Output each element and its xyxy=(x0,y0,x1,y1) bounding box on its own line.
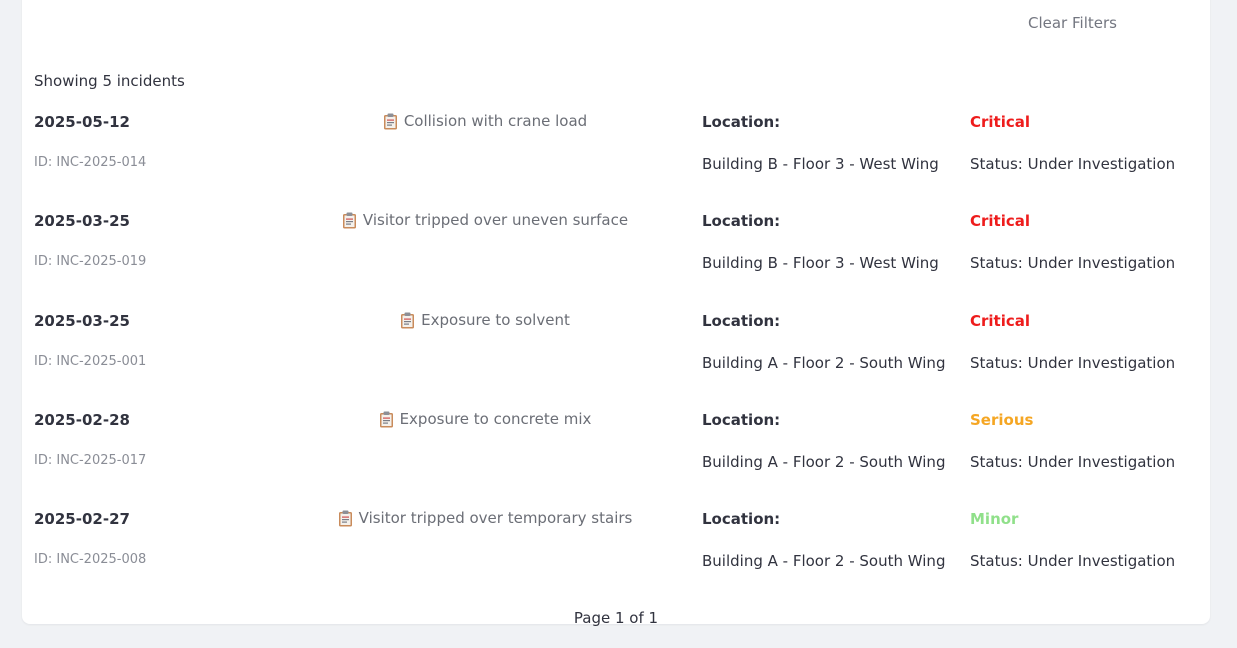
incident-title-cell: Exposure to concrete mix xyxy=(290,410,680,432)
severity-badge: Critical xyxy=(970,312,1031,330)
location-label: Location: xyxy=(702,212,781,230)
severity-badge: Minor xyxy=(970,510,1019,528)
incident-date: 2025-05-12 xyxy=(34,113,130,131)
incident-title: Exposure to solvent xyxy=(421,311,570,329)
clipboard-icon xyxy=(401,312,415,328)
location-label: Location: xyxy=(702,411,781,429)
severity-badge: Serious xyxy=(970,411,1034,429)
clipboard-icon xyxy=(379,411,393,427)
incident-count-text: Showing 5 incidents xyxy=(34,72,185,90)
incident-id: ID: INC-2025-001 xyxy=(34,354,147,369)
incident-location: Building A - Floor 2 - South Wing xyxy=(702,354,946,372)
incident-location: Building A - Floor 2 - South Wing xyxy=(702,453,946,471)
clipboard-icon xyxy=(383,113,397,129)
incident-title-link[interactable]: Collision with crane load xyxy=(383,112,587,130)
incident-id: ID: INC-2025-019 xyxy=(34,254,147,269)
incident-title-cell: Visitor tripped over uneven surface xyxy=(290,211,680,233)
incident-id: ID: INC-2025-017 xyxy=(34,453,147,468)
incident-location: Building B - Floor 3 - West Wing xyxy=(702,155,939,173)
incident-row: 2025-05-12 ID: INC-2025-014 Collision wi… xyxy=(0,112,1237,211)
incident-title-link[interactable]: Visitor tripped over uneven surface xyxy=(342,211,628,229)
incident-row: 2025-03-25 ID: INC-2025-019 Visitor trip… xyxy=(0,211,1237,310)
incident-date: 2025-02-27 xyxy=(34,510,130,528)
incident-title-link[interactable]: Exposure to concrete mix xyxy=(379,410,592,428)
incident-date: 2025-02-28 xyxy=(34,411,130,429)
clipboard-icon xyxy=(342,212,356,228)
incident-id: ID: INC-2025-008 xyxy=(34,552,147,567)
location-label: Location: xyxy=(702,510,781,528)
clipboard-icon xyxy=(338,510,352,526)
incident-title-link[interactable]: Visitor tripped over temporary stairs xyxy=(338,509,633,527)
incident-location: Building A - Floor 2 - South Wing xyxy=(702,552,946,570)
location-label: Location: xyxy=(702,113,781,131)
incident-date: 2025-03-25 xyxy=(34,212,130,230)
clear-filters-button[interactable]: Clear Filters xyxy=(1028,14,1117,32)
incident-title-cell: Exposure to solvent xyxy=(290,311,680,333)
incident-title: Visitor tripped over uneven surface xyxy=(362,211,629,229)
incident-id: ID: INC-2025-014 xyxy=(34,155,147,170)
incident-status: Status: Under Investigation xyxy=(970,453,1176,471)
severity-badge: Critical xyxy=(970,212,1031,230)
incident-row: 2025-03-25 ID: INC-2025-001 Exposure to … xyxy=(0,311,1237,410)
incident-location: Building B - Floor 3 - West Wing xyxy=(702,254,939,272)
incident-title-cell: Collision with crane load xyxy=(290,112,680,134)
incident-row: 2025-02-28 ID: INC-2025-017 Exposure to … xyxy=(0,410,1237,509)
incident-date: 2025-03-25 xyxy=(34,312,130,330)
incident-status: Status: Under Investigation xyxy=(970,552,1176,570)
incident-status: Status: Under Investigation xyxy=(970,155,1176,173)
incident-title: Collision with crane load xyxy=(403,112,588,130)
incident-status: Status: Under Investigation xyxy=(970,354,1176,372)
incident-title-cell: Visitor tripped over temporary stairs xyxy=(290,509,680,531)
incident-status: Status: Under Investigation xyxy=(970,254,1176,272)
incident-title: Exposure to concrete mix xyxy=(399,410,592,428)
pagination-text: Page 1 of 1 xyxy=(573,609,659,627)
severity-badge: Critical xyxy=(970,113,1031,131)
incident-row: 2025-02-27 ID: INC-2025-008 Visitor trip… xyxy=(0,509,1237,608)
incident-title: Visitor tripped over temporary stairs xyxy=(358,509,633,527)
location-label: Location: xyxy=(702,312,781,330)
incident-title-link[interactable]: Exposure to solvent xyxy=(400,311,570,329)
